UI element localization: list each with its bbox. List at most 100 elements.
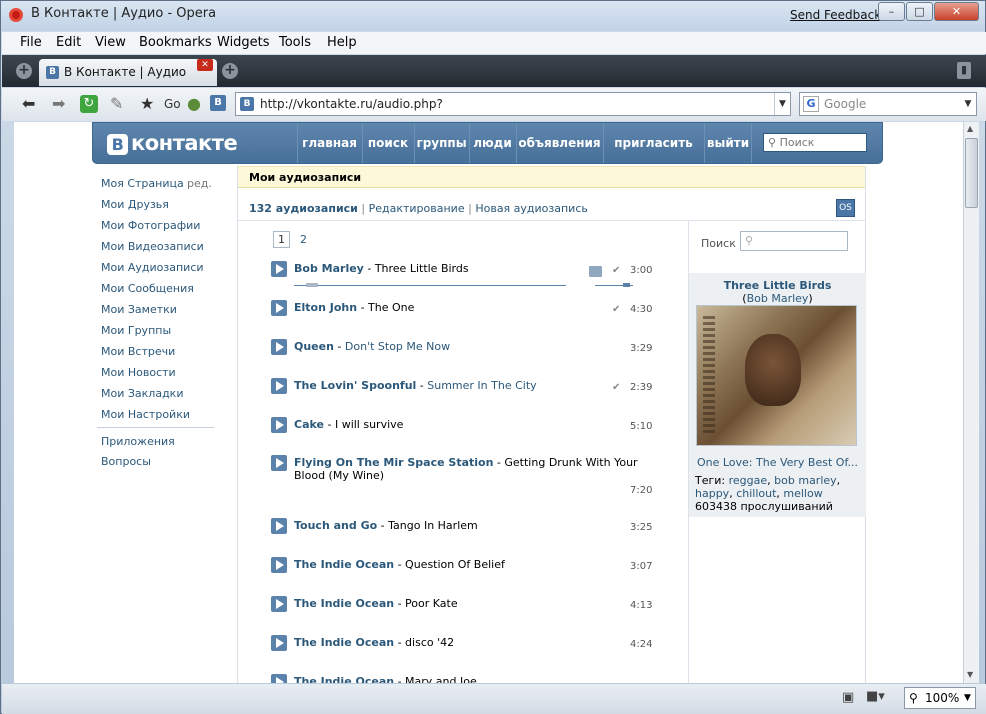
address-dropdown-icon[interactable]: ▼ xyxy=(774,93,790,115)
bookmark-star-icon[interactable]: ★ xyxy=(140,95,154,113)
camera-icon[interactable]: ■▾ xyxy=(866,689,885,704)
check-icon[interactable]: ✔ xyxy=(612,304,620,315)
sidebar-videos[interactable]: Мои Видеозаписи xyxy=(101,240,204,253)
tag-link[interactable]: reggae xyxy=(729,474,768,487)
vk-nav-invite[interactable]: пригласить xyxy=(603,123,703,163)
edit-wand-icon[interactable]: ✎ xyxy=(110,95,123,113)
play-icon[interactable] xyxy=(271,339,287,355)
tab-vkontakte[interactable]: В В Контакте | Аудио ✕ xyxy=(39,59,217,86)
track-name[interactable]: Summer In The City xyxy=(427,379,536,392)
track-artist[interactable]: The Indie Ocean xyxy=(294,558,394,571)
feed-icon[interactable]: ● xyxy=(187,95,201,113)
vk-nav-ads[interactable]: объявления xyxy=(516,123,602,163)
sidebar-questions[interactable]: Вопросы xyxy=(101,455,151,468)
menu-tools[interactable]: Tools xyxy=(279,35,311,50)
track-artist[interactable]: Bob Marley xyxy=(294,262,364,275)
address-url[interactable]: http://vkontakte.ru/audio.php? xyxy=(260,97,443,111)
check-icon[interactable]: ✔ xyxy=(612,382,620,393)
now-playing-title[interactable]: Three Little Birds xyxy=(689,279,866,292)
tag-link[interactable]: bob marley xyxy=(774,474,837,487)
vk-nav-people[interactable]: люди xyxy=(469,123,515,163)
tag-link[interactable]: chillout xyxy=(736,487,776,500)
tag-link[interactable]: happy xyxy=(695,487,729,500)
new-tab-icon[interactable]: + xyxy=(222,63,238,79)
menu-view[interactable]: View xyxy=(95,35,126,50)
sidebar-photos[interactable]: Мои Фотографии xyxy=(101,219,200,232)
vertical-scrollbar[interactable]: ▲ ▼ xyxy=(963,122,979,683)
send-feedback-link[interactable]: Send Feedback xyxy=(790,8,881,22)
track-name[interactable]: Don't Stop Me Now xyxy=(345,340,450,353)
equalizer-icon[interactable] xyxy=(589,266,602,277)
sidebar-edit-link[interactable]: ред. xyxy=(187,177,212,190)
scroll-down-icon[interactable]: ▼ xyxy=(967,670,973,679)
sidebar-audio[interactable]: Мои Аудиозаписи xyxy=(101,261,204,274)
sidebar-bookmarks[interactable]: Мои Закладки xyxy=(101,387,183,400)
menu-file[interactable]: File xyxy=(20,35,42,50)
play-icon[interactable] xyxy=(271,635,287,651)
audio-search-input[interactable]: ⚲ xyxy=(740,231,848,251)
forward-icon[interactable]: ➡ xyxy=(52,95,65,113)
reload-icon[interactable]: ↻ xyxy=(80,95,98,113)
tag-link[interactable]: mellow xyxy=(783,487,822,500)
vk-search-input[interactable]: ⚲ Поиск xyxy=(763,133,867,152)
trash-icon[interactable]: ▮ xyxy=(957,62,971,79)
menu-edit[interactable]: Edit xyxy=(56,35,81,50)
scroll-up-icon[interactable]: ▲ xyxy=(967,124,973,133)
album-name[interactable]: One Love: The Very Best Of... xyxy=(689,456,866,469)
vk-bookmark-icon[interactable]: В xyxy=(210,95,226,111)
vk-nav-search[interactable]: поиск xyxy=(362,123,413,163)
sidebar-settings[interactable]: Мои Настройки xyxy=(101,408,190,421)
sidebar-my-page[interactable]: Моя Страница xyxy=(101,177,184,190)
os-button[interactable]: OS xyxy=(836,199,855,217)
track-artist[interactable]: The Indie Ocean xyxy=(294,597,394,610)
track-artist[interactable]: The Lovin' Spoonful xyxy=(294,379,416,392)
vk-logo[interactable]: Bконтакте xyxy=(107,131,238,155)
track-artist[interactable]: Flying On The Mir Space Station xyxy=(294,456,493,469)
vk-nav-logout[interactable]: выйти xyxy=(704,123,752,163)
sidebar-apps[interactable]: Приложения xyxy=(101,435,175,448)
play-icon[interactable] xyxy=(271,518,287,534)
scrollbar-thumb[interactable] xyxy=(965,138,978,208)
track-artist[interactable]: The Indie Ocean xyxy=(294,675,394,683)
go-button[interactable]: Go xyxy=(164,95,181,113)
play-icon[interactable] xyxy=(271,557,287,573)
close-window-button[interactable]: ✕ xyxy=(934,2,979,21)
close-tab-icon[interactable]: ✕ xyxy=(197,59,213,71)
edit-link[interactable]: Редактирование xyxy=(369,202,465,215)
play-icon[interactable] xyxy=(271,596,287,612)
play-icon[interactable] xyxy=(271,300,287,316)
track-artist[interactable]: The Indie Ocean xyxy=(294,636,394,649)
artist-link[interactable]: Bob Marley xyxy=(747,292,809,305)
page-1[interactable]: 1 xyxy=(273,231,290,248)
sidebar-events[interactable]: Мои Встречи xyxy=(101,345,175,358)
track-artist[interactable]: Queen xyxy=(294,340,334,353)
progress-handle[interactable] xyxy=(306,283,318,287)
play-icon[interactable] xyxy=(271,378,287,394)
google-icon[interactable]: G xyxy=(803,96,819,112)
zoom-control[interactable]: ⚲ 100% ▼ xyxy=(904,687,976,709)
menu-widgets[interactable]: Widgets xyxy=(217,35,270,50)
new-audio-link[interactable]: Новая аудиозапись xyxy=(475,202,588,215)
search-engine-box[interactable]: G Google ▼ xyxy=(799,92,977,116)
audio-count[interactable]: 132 аудиозаписи xyxy=(249,202,358,215)
check-icon[interactable]: ✔ xyxy=(612,265,620,276)
menu-help[interactable]: Help xyxy=(327,35,357,50)
track-artist[interactable]: Cake xyxy=(294,418,324,431)
sidebar-notes[interactable]: Мои Заметки xyxy=(101,303,177,316)
album-cover[interactable] xyxy=(696,305,857,446)
address-bar[interactable]: В http://vkontakte.ru/audio.php? ▼ xyxy=(235,92,791,116)
sidebar-messages[interactable]: Мои Сообщения xyxy=(101,282,194,295)
page-2[interactable]: 2 xyxy=(300,233,307,246)
sidebar-friends[interactable]: Мои Друзья xyxy=(101,198,169,211)
volume-slider[interactable] xyxy=(595,283,633,287)
minimize-button[interactable]: – xyxy=(878,2,905,21)
progress-bar[interactable] xyxy=(294,283,566,287)
vk-nav-home[interactable]: главная xyxy=(297,123,361,163)
add-tab-left-icon[interactable]: + xyxy=(16,63,32,79)
play-icon[interactable] xyxy=(271,417,287,433)
media-icon[interactable]: ▣ xyxy=(842,690,854,705)
zoom-dropdown-icon[interactable]: ▼ xyxy=(964,688,971,708)
track-artist[interactable]: Touch and Go xyxy=(294,519,377,532)
play-icon[interactable] xyxy=(271,455,287,471)
maximize-button[interactable]: □ xyxy=(906,2,933,21)
